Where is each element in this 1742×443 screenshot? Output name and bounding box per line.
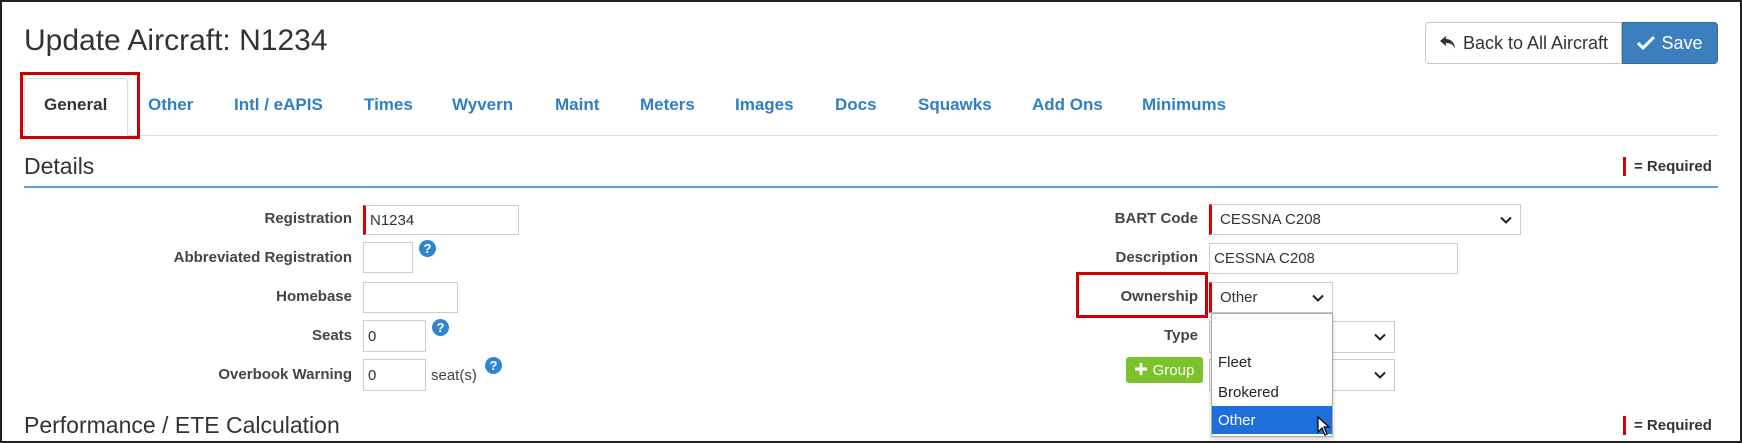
performance-required-legend: = Required	[1623, 416, 1712, 435]
tab-images[interactable]: Images	[735, 95, 794, 115]
tab-times[interactable]: Times	[364, 95, 413, 115]
tab-other[interactable]: Other	[148, 95, 193, 115]
performance-required-legend-text: = Required	[1634, 417, 1712, 434]
description-input[interactable]: CESSNA C208	[1209, 243, 1458, 274]
required-marker	[1623, 416, 1626, 435]
save-button[interactable]: Save	[1622, 22, 1718, 64]
general-tab-highlight	[20, 72, 140, 139]
type-label: Type	[1164, 327, 1198, 344]
bart-code-label: BART Code	[1114, 210, 1198, 227]
chevron-down-icon	[1374, 329, 1386, 346]
tab-squawks[interactable]: Squawks	[918, 95, 992, 115]
chevron-down-icon	[1374, 367, 1386, 384]
page-title: Update Aircraft: N1234	[24, 24, 328, 57]
homebase-label: Homebase	[276, 288, 352, 305]
check-icon	[1637, 35, 1656, 51]
ownership-highlight	[1076, 272, 1208, 318]
question-circle-icon[interactable]: ?	[485, 357, 502, 374]
seats-input[interactable]: 0	[363, 320, 426, 352]
tab-maint[interactable]: Maint	[555, 95, 599, 115]
ownership-select[interactable]: Other	[1209, 282, 1333, 313]
question-circle-icon[interactable]: ?	[419, 240, 436, 257]
mouse-cursor-icon	[1317, 415, 1331, 441]
performance-heading: Performance / ETE Calculation	[24, 412, 340, 438]
chevron-down-icon	[1500, 211, 1512, 228]
tab-minimums[interactable]: Minimums	[1142, 95, 1226, 115]
ownership-option-other[interactable]: Other	[1212, 406, 1332, 434]
registration-input[interactable]: N1234	[363, 205, 519, 235]
ownership-option-brokered[interactable]: Brokered	[1212, 378, 1332, 406]
tab-intl-eapis[interactable]: Intl / eAPIS	[234, 95, 323, 115]
ownership-option-fleet[interactable]: Fleet	[1212, 348, 1332, 376]
save-button-label: Save	[1661, 32, 1703, 53]
question-circle-icon[interactable]: ?	[432, 319, 449, 336]
details-divider	[24, 186, 1718, 188]
bart-code-value: CESSNA C208	[1220, 211, 1321, 228]
ownership-dropdown-menu: Fleet Brokered Other	[1211, 313, 1333, 437]
tab-meters[interactable]: Meters	[640, 95, 695, 115]
tab-add-ons[interactable]: Add Ons	[1032, 95, 1103, 115]
required-legend-text: = Required	[1634, 158, 1712, 175]
homebase-input[interactable]	[363, 282, 458, 313]
registration-label: Registration	[264, 210, 352, 227]
tab-wyvern[interactable]: Wyvern	[452, 95, 513, 115]
back-button-label: Back to All Aircraft	[1462, 32, 1609, 53]
bart-code-select[interactable]: CESSNA C208	[1209, 204, 1521, 235]
description-label: Description	[1115, 249, 1198, 266]
back-to-all-aircraft-button[interactable]: Back to All Aircraft	[1425, 22, 1622, 64]
required-marker	[1623, 157, 1626, 176]
overbook-warning-input[interactable]: 0	[363, 359, 426, 391]
required-legend: = Required	[1623, 157, 1712, 176]
seats-label: Seats	[311, 327, 352, 344]
plus-icon	[1134, 362, 1147, 379]
details-heading: Details	[24, 153, 95, 179]
tabs-divider	[22, 135, 1718, 136]
group-button-label: Group	[1152, 361, 1195, 379]
back-arrow-icon	[1439, 35, 1457, 51]
ownership-option-blank[interactable]	[1212, 318, 1332, 346]
chevron-down-icon	[1312, 289, 1324, 306]
ownership-value: Other	[1220, 289, 1258, 306]
abbreviated-registration-label: Abbreviated Registration	[173, 249, 352, 266]
tab-docs[interactable]: Docs	[835, 95, 877, 115]
overbook-warning-label: Overbook Warning	[218, 366, 352, 383]
app-window: Update Aircraft: N1234 Back to All Aircr…	[0, 0, 1742, 443]
add-group-button[interactable]: Group	[1126, 357, 1203, 383]
abbreviated-registration-input[interactable]	[363, 242, 413, 273]
seats-suffix: seat(s)	[431, 367, 477, 384]
